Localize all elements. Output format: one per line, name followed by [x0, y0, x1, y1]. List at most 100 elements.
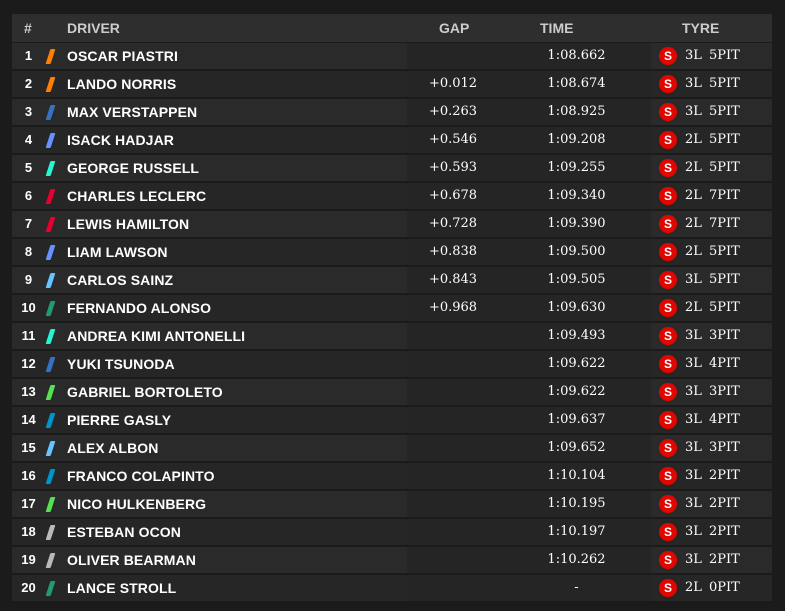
pit-count: 3PIT	[709, 328, 740, 343]
table-row[interactable]: 14 PIERRE GASLY 1:09.637 S 3L 4PIT	[12, 407, 772, 433]
header-gap: GAP	[439, 20, 470, 36]
soft-tyre-icon: S	[659, 243, 677, 261]
header-time: TIME	[540, 20, 574, 36]
table-row[interactable]: 8 LIAM LAWSON +0.838 1:09.500 S 2L 5PIT	[12, 239, 772, 265]
table-row[interactable]: 11 ANDREA KIMI ANTONELLI 1:09.493 S 3L 3PIT	[12, 323, 772, 349]
soft-tyre-icon: S	[659, 215, 677, 233]
table-row[interactable]: 13 GABRIEL BORTOLETO 1:09.622 S 3L 3PIT	[12, 379, 772, 405]
soft-tyre-icon: S	[659, 467, 677, 485]
position-number: 7	[24, 216, 33, 231]
team-color-marker	[45, 49, 56, 64]
table-row[interactable]: 3 MAX VERSTAPPEN +0.263 1:08.925 S 3L 5PIT	[12, 99, 772, 125]
lap-time: 1:10.197	[547, 524, 606, 539]
lap-time: 1:09.340	[547, 188, 606, 203]
lap-time: 1:10.104	[547, 468, 606, 483]
table-row[interactable]: 18 ESTEBAN OCON 1:10.197 S 3L 2PIT	[12, 519, 772, 545]
table-row[interactable]: 19 OLIVER BEARMAN 1:10.262 S 3L 2PIT	[12, 547, 772, 573]
gap-value	[407, 379, 499, 405]
position-number: 9	[24, 272, 33, 287]
tyre-laps: 2L	[685, 188, 702, 203]
tyre-laps: 3L	[685, 48, 702, 63]
team-color-marker	[45, 441, 56, 456]
position-number: 2	[24, 76, 33, 91]
table-row[interactable]: 5 GEORGE RUSSELL +0.593 1:09.255 S 2L 5PIT	[12, 155, 772, 181]
driver-name: MAX VERSTAPPEN	[67, 104, 198, 120]
team-color-marker	[45, 497, 56, 512]
lap-time: 1:09.637	[547, 412, 606, 427]
lap-time: 1:10.262	[547, 552, 606, 567]
soft-tyre-icon: S	[659, 103, 677, 121]
gap-value: +0.968	[428, 300, 478, 315]
tyre-laps: 3L	[685, 76, 702, 91]
pit-count: 2PIT	[709, 496, 740, 511]
soft-tyre-icon: S	[659, 355, 677, 373]
table-row[interactable]: 7 LEWIS HAMILTON +0.728 1:09.390 S 2L 7PIT	[12, 211, 772, 237]
tyre-laps: 3L	[685, 356, 702, 371]
position-number: 19	[21, 552, 36, 567]
table-row[interactable]: 15 ALEX ALBON 1:09.652 S 3L 3PIT	[12, 435, 772, 461]
pit-count: 5PIT	[709, 244, 740, 259]
team-color-marker	[45, 553, 56, 568]
header-tyre: TYRE	[682, 20, 720, 36]
gap-value: +0.838	[428, 244, 478, 259]
pit-count: 2PIT	[709, 524, 740, 539]
table-row[interactable]: 16 FRANCO COLAPINTO 1:10.104 S 3L 2PIT	[12, 463, 772, 489]
driver-name: NICO HULKENBERG	[67, 496, 207, 512]
team-color-marker	[45, 105, 56, 120]
table-header: # DRIVER GAP TIME TYRE	[12, 14, 772, 42]
table-row[interactable]: 2 LANDO NORRIS +0.012 1:08.674 S 3L 5PIT	[12, 71, 772, 97]
table-row[interactable]: 10 FERNANDO ALONSO +0.968 1:09.630 S 2L 5PIT	[12, 295, 772, 321]
lap-time: -	[574, 580, 579, 595]
table-row[interactable]: 4 ISACK HADJAR +0.546 1:09.208 S 2L 5PIT	[12, 127, 772, 153]
position-number: 17	[21, 496, 36, 511]
tyre-laps: 2L	[685, 216, 702, 231]
soft-tyre-icon: S	[659, 159, 677, 177]
table-row[interactable]: 20 LANCE STROLL - S 2L 0PIT	[12, 575, 772, 601]
table-row[interactable]: 12 YUKI TSUNODA 1:09.622 S 3L 4PIT	[12, 351, 772, 377]
position-number: 6	[24, 188, 33, 203]
pit-count: 7PIT	[709, 188, 740, 203]
lap-time: 1:09.622	[547, 356, 606, 371]
tyre-laps: 2L	[685, 132, 702, 147]
position-number: 14	[21, 412, 36, 427]
driver-name: FRANCO COLAPINTO	[67, 468, 215, 484]
position-number: 11	[21, 328, 36, 343]
position-number: 18	[21, 524, 36, 539]
tyre-laps: 3L	[685, 552, 702, 567]
tyre-laps: 2L	[685, 300, 702, 315]
soft-tyre-icon: S	[659, 439, 677, 457]
driver-name: FERNANDO ALONSO	[67, 300, 212, 316]
lap-time: 1:10.195	[547, 496, 606, 511]
soft-tyre-icon: S	[659, 411, 677, 429]
tyre-laps: 2L	[685, 244, 702, 259]
driver-name: ISACK HADJAR	[67, 132, 174, 148]
team-color-marker	[45, 581, 56, 596]
gap-value	[407, 519, 499, 545]
gap-value	[407, 463, 499, 489]
table-row[interactable]: 6 CHARLES LECLERC +0.678 1:09.340 S 2L 7PIT	[12, 183, 772, 209]
table-row[interactable]: 1 OSCAR PIASTRI 1:08.662 S 3L 5PIT	[12, 43, 772, 69]
soft-tyre-icon: S	[659, 551, 677, 569]
gap-value: +0.843	[428, 272, 478, 287]
gap-value: +0.263	[428, 104, 478, 119]
position-number: 1	[24, 48, 33, 63]
gap-value: +0.678	[428, 188, 478, 203]
tyre-laps: 3L	[685, 384, 702, 399]
gap-value	[407, 435, 499, 461]
driver-name: ESTEBAN OCON	[67, 524, 181, 540]
position-number: 20	[21, 580, 36, 595]
lap-time: 1:09.505	[547, 272, 606, 287]
team-color-marker	[45, 133, 56, 148]
pit-count: 2PIT	[709, 468, 740, 483]
soft-tyre-icon: S	[659, 131, 677, 149]
soft-tyre-icon: S	[659, 187, 677, 205]
tyre-laps: 2L	[685, 160, 702, 175]
pit-count: 0PIT	[709, 580, 740, 595]
table-row[interactable]: 9 CARLOS SAINZ +0.843 1:09.505 S 3L 5PIT	[12, 267, 772, 293]
gap-value	[407, 491, 499, 517]
pit-count: 4PIT	[709, 412, 740, 427]
pit-count: 3PIT	[709, 440, 740, 455]
driver-name: LANCE STROLL	[67, 580, 177, 596]
driver-name: CHARLES LECLERC	[67, 188, 207, 204]
table-row[interactable]: 17 NICO HULKENBERG 1:10.195 S 3L 2PIT	[12, 491, 772, 517]
